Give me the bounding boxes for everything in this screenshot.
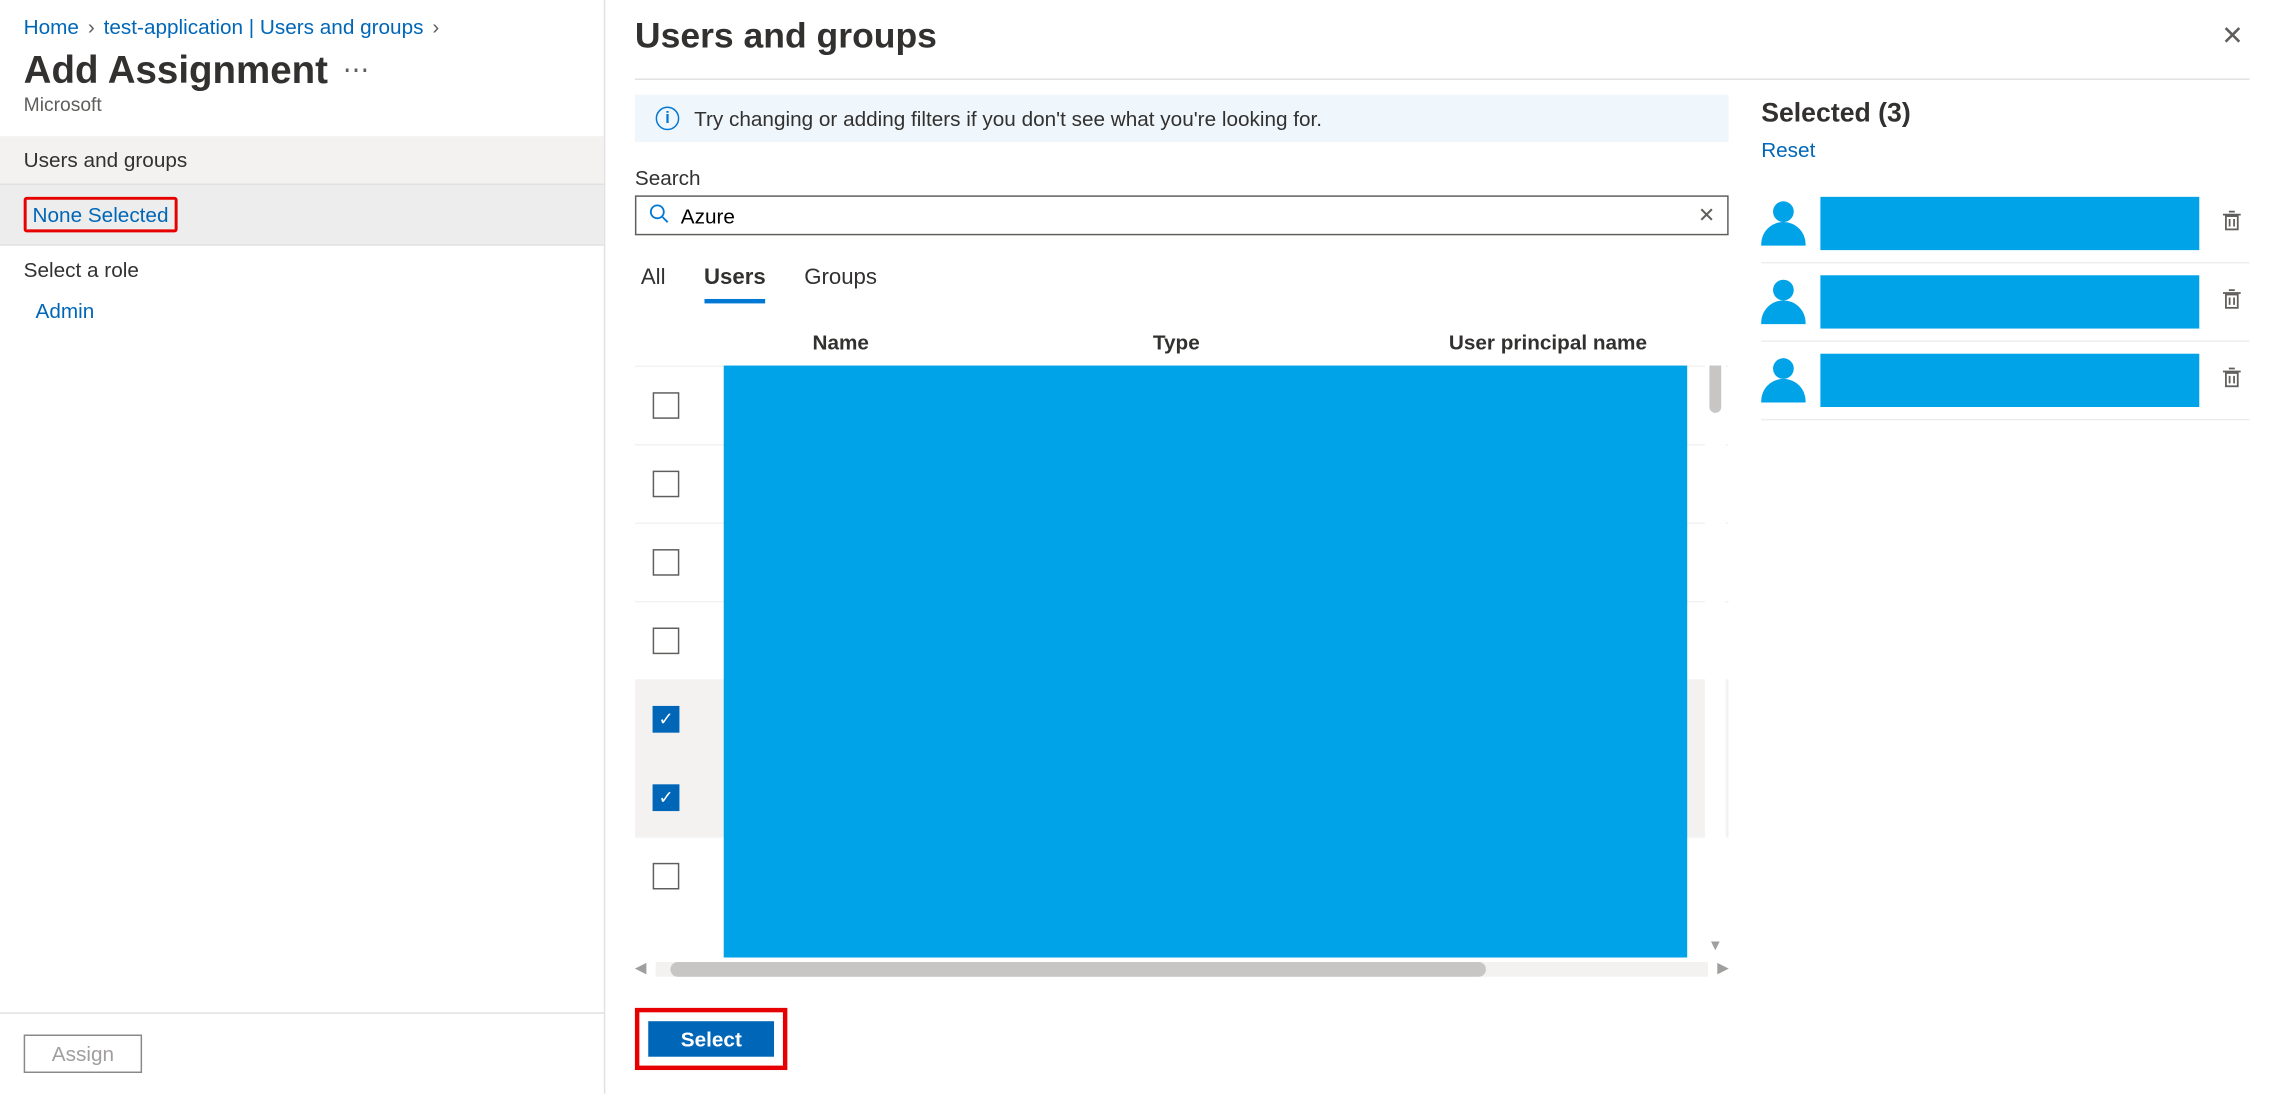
table-header: Name Type User principal name bbox=[635, 318, 1729, 365]
tab-all[interactable]: All bbox=[641, 259, 666, 303]
vertical-scrollbar[interactable]: ▲ ▼ bbox=[1705, 366, 1726, 958]
search-input[interactable] bbox=[681, 204, 1686, 228]
selected-panel: Selected (3) Reset bbox=[1761, 95, 2249, 1094]
search-box[interactable]: ✕ bbox=[635, 195, 1729, 235]
search-label: Search bbox=[635, 166, 1729, 190]
row-checkbox[interactable]: ✓ bbox=[653, 706, 680, 733]
row-checkbox[interactable] bbox=[653, 471, 680, 498]
redacted-area bbox=[724, 366, 1687, 958]
more-icon[interactable]: ⋯ bbox=[343, 55, 370, 86]
remove-button[interactable] bbox=[2214, 208, 2250, 239]
redacted-area bbox=[1820, 197, 2199, 250]
none-selected-row: None Selected bbox=[0, 185, 604, 246]
admin-role-link[interactable]: Admin bbox=[0, 293, 604, 329]
scroll-left-icon[interactable]: ◀ bbox=[635, 961, 646, 977]
select-role-label: Select a role bbox=[0, 246, 604, 293]
row-checkbox[interactable] bbox=[653, 628, 680, 655]
selected-item bbox=[1761, 342, 2249, 420]
hscrollbar-thumb[interactable] bbox=[670, 961, 1486, 976]
row-checkbox[interactable]: ✓ bbox=[653, 784, 680, 811]
scroll-right-icon[interactable]: ▶ bbox=[1717, 961, 1728, 977]
redacted-area bbox=[1820, 275, 2199, 328]
results-list: ✓ ✓ ▲ ▼ bbox=[635, 366, 1729, 958]
reset-link[interactable]: Reset bbox=[1761, 138, 1815, 162]
redacted-area bbox=[1820, 354, 2199, 407]
scrollbar-thumb[interactable] bbox=[1709, 366, 1721, 413]
breadcrumb-app[interactable]: test-application | Users and groups bbox=[104, 15, 424, 39]
col-name: Name bbox=[813, 330, 1035, 354]
info-bar: i Try changing or adding filters if you … bbox=[635, 95, 1729, 142]
selected-item bbox=[1761, 263, 2249, 341]
breadcrumb: Home › test-application | Users and grou… bbox=[0, 0, 604, 44]
info-text: Try changing or adding filters if you do… bbox=[694, 107, 1322, 131]
row-checkbox[interactable] bbox=[653, 549, 680, 576]
col-type: Type bbox=[1153, 330, 1331, 354]
avatar-icon bbox=[1761, 201, 1805, 245]
select-button[interactable]: Select bbox=[648, 1021, 774, 1057]
tab-users[interactable]: Users bbox=[704, 259, 766, 303]
page-title: Add Assignment bbox=[24, 47, 328, 93]
info-icon: i bbox=[656, 107, 680, 131]
panel-title: Users and groups bbox=[635, 16, 937, 57]
tabs: All Users Groups bbox=[641, 259, 1723, 303]
none-selected-link[interactable]: None Selected bbox=[24, 197, 178, 233]
users-groups-panel: Users and groups ✕ i Try changing or add… bbox=[605, 0, 2279, 1094]
left-panel: Home › test-application | Users and grou… bbox=[0, 0, 605, 1094]
chevron-right-icon: › bbox=[88, 15, 95, 39]
remove-button[interactable] bbox=[2214, 365, 2250, 396]
close-icon[interactable]: ✕ bbox=[2215, 15, 2249, 58]
remove-button[interactable] bbox=[2214, 286, 2250, 317]
horizontal-scrollbar[interactable]: ◀ ▶ bbox=[635, 961, 1729, 977]
assign-button[interactable]: Assign bbox=[24, 1035, 142, 1073]
tab-groups[interactable]: Groups bbox=[804, 259, 877, 303]
clear-icon[interactable]: ✕ bbox=[1698, 203, 1715, 228]
breadcrumb-home[interactable]: Home bbox=[24, 15, 79, 39]
chevron-right-icon: › bbox=[432, 15, 439, 39]
selected-count-title: Selected (3) bbox=[1761, 98, 2249, 129]
row-checkbox[interactable] bbox=[653, 392, 680, 419]
search-icon bbox=[648, 203, 669, 228]
col-upn: User principal name bbox=[1449, 330, 1647, 354]
avatar-icon bbox=[1761, 280, 1805, 324]
avatar-icon bbox=[1761, 358, 1805, 402]
page-subtitle: Microsoft bbox=[0, 93, 604, 136]
scroll-down-icon[interactable]: ▼ bbox=[1705, 938, 1726, 954]
selected-item bbox=[1761, 185, 2249, 263]
users-groups-section-label: Users and groups bbox=[0, 136, 604, 185]
row-checkbox[interactable] bbox=[653, 863, 680, 890]
